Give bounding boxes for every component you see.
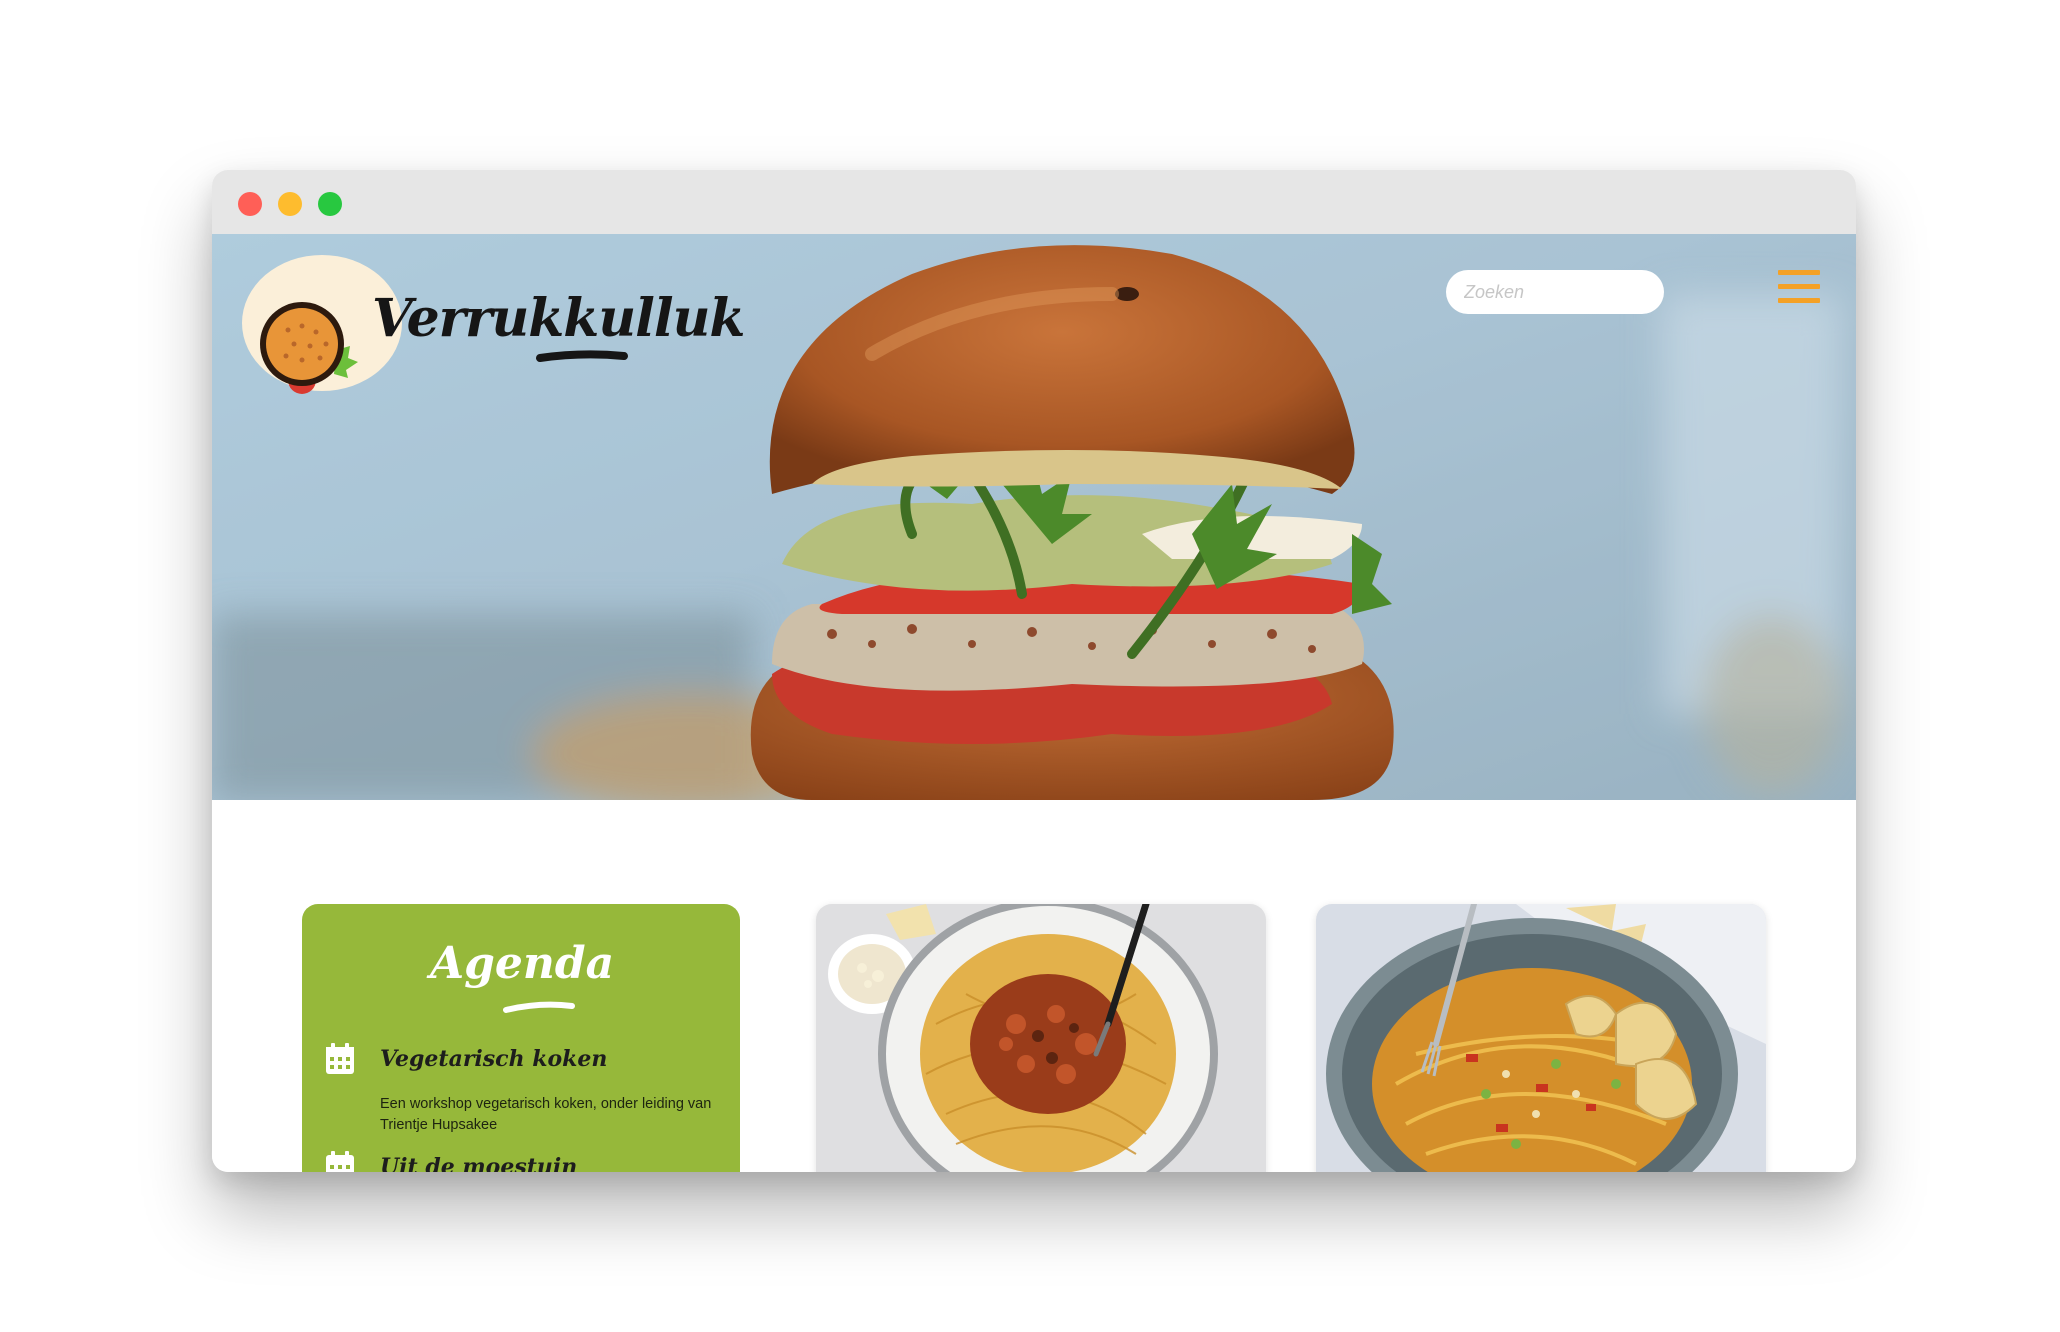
search-input[interactable] — [1446, 270, 1664, 314]
agenda-title: Agenda — [430, 938, 615, 989]
maximize-window-button[interactable] — [318, 192, 342, 216]
minimize-window-button[interactable] — [278, 192, 302, 216]
calendar-icon — [326, 1043, 354, 1074]
agenda-item-title: Vegetarisch koken — [380, 1046, 608, 1072]
window-titlebar — [212, 170, 1856, 234]
noodle-bowl-photo — [1316, 904, 1766, 1172]
close-window-button[interactable] — [238, 192, 262, 216]
agenda-panel: Agenda Vegetarisch koken Een workshop ve… — [302, 904, 740, 1172]
agenda-item-title: Uit de moestuin — [380, 1154, 578, 1172]
hero-banner: Verrukkulluk — [212, 234, 1856, 800]
agenda-item[interactable]: Vegetarisch koken Een workshop vegetaris… — [324, 1042, 724, 1152]
hamburger-menu-icon[interactable] — [1778, 270, 1820, 306]
agenda-item-description: Een workshop vegetarisch koken, onder le… — [380, 1096, 712, 1133]
recipe-card[interactable] — [1316, 904, 1766, 1172]
logo-wordmark: Verrukkulluk — [372, 288, 745, 349]
site-logo[interactable]: Verrukkulluk — [242, 248, 745, 398]
spaghetti-bolognese-photo — [816, 904, 1266, 1172]
agenda-title-underline — [503, 1001, 575, 1013]
calendar-icon — [326, 1151, 354, 1172]
agenda-item[interactable]: Uit de moestuin — [324, 1150, 724, 1172]
main-content: Agenda Vegetarisch koken Een workshop ve… — [212, 800, 1856, 1172]
browser-window: Verrukkulluk Agenda — [212, 170, 1856, 1172]
recipe-card[interactable] — [816, 904, 1266, 1172]
